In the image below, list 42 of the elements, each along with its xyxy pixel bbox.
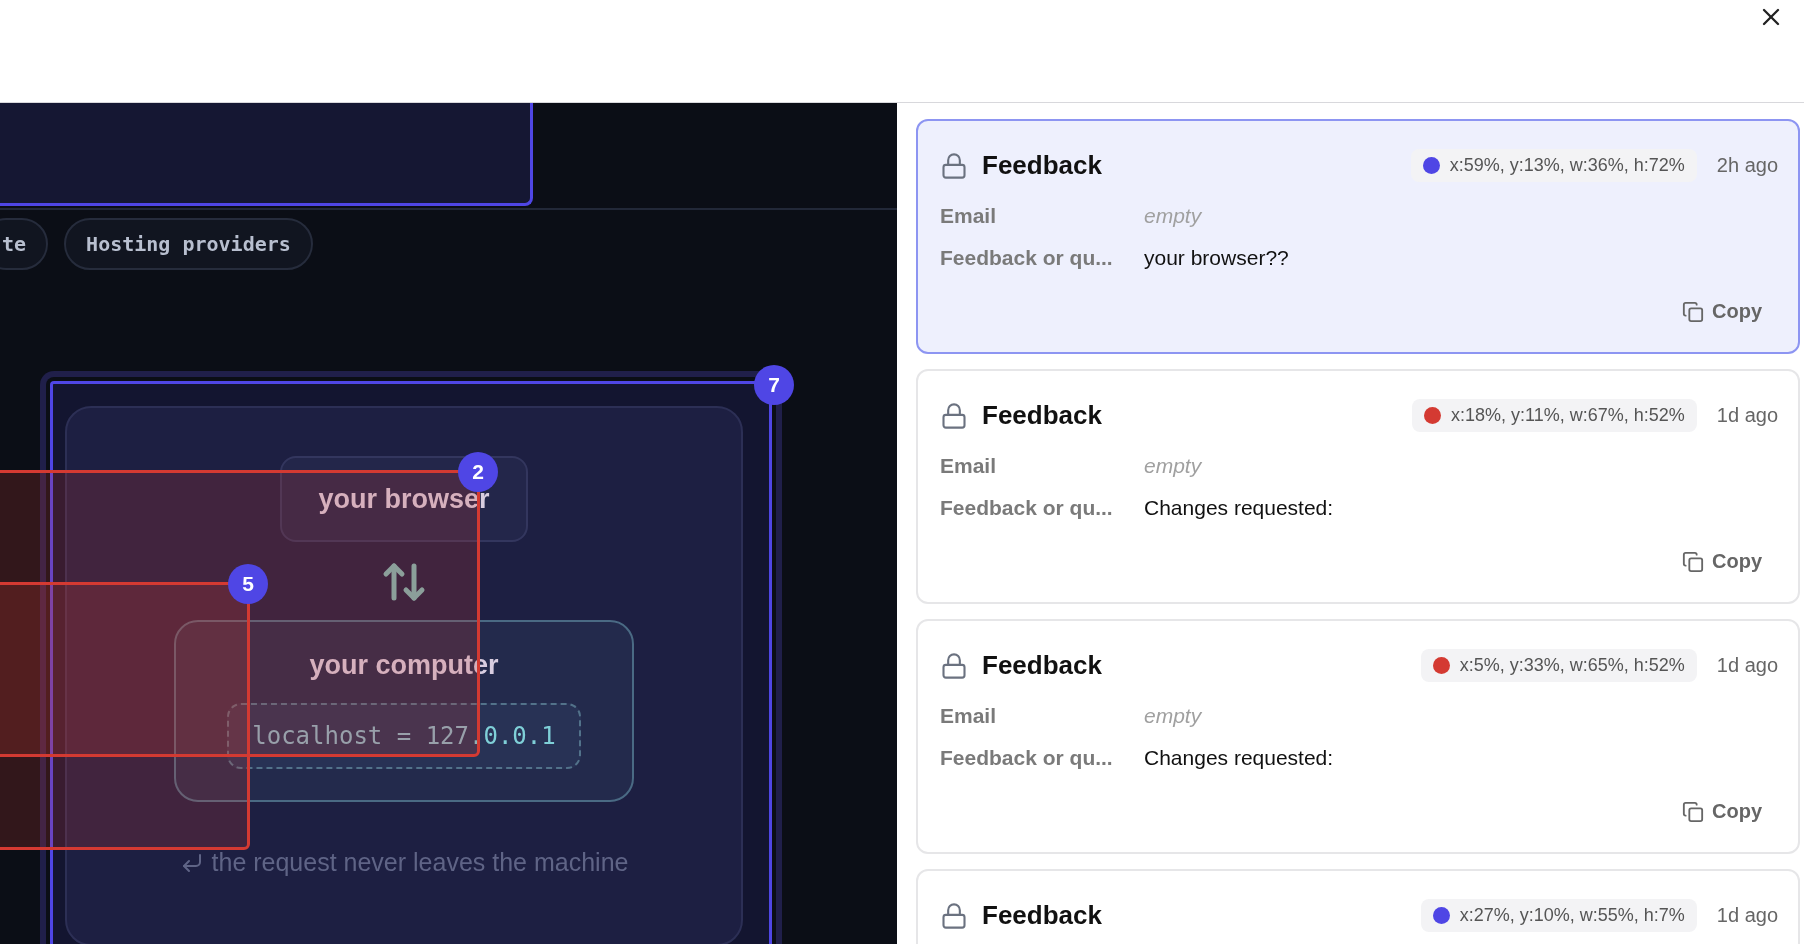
card-title: Feedback <box>982 400 1103 431</box>
field-value: your browser?? <box>1144 246 1290 270</box>
copy-button[interactable]: Copy <box>1678 296 1766 327</box>
diagram-caption: the request never leaves the machine <box>211 848 629 877</box>
field-label: Email <box>940 454 998 478</box>
field-label: Feedback or qu... <box>940 496 1114 520</box>
field-label: Feedback or qu... <box>940 246 1114 270</box>
annotation-number: 7 <box>754 365 794 405</box>
feedback-card[interactable]: Feedback x:27%, y:10%, w:55%, h:7% 1d ago <box>916 869 1800 944</box>
lock-icon <box>940 401 968 430</box>
tag-chip[interactable]: Hosting providers <box>64 218 313 270</box>
region-badge: x:27%, y:10%, w:55%, h:7% <box>1420 899 1697 932</box>
field-value: empty <box>1144 204 1203 228</box>
field-label: Email <box>940 204 998 228</box>
field-label: Email <box>940 704 998 728</box>
field-value: empty <box>1144 454 1203 478</box>
field-value: Changes requested: <box>1144 496 1335 520</box>
timestamp: 2h ago <box>1716 154 1778 177</box>
card-title: Feedback <box>982 150 1103 181</box>
copy-button[interactable]: Copy <box>1678 546 1766 577</box>
region-badge: x:59%, y:13%, w:36%, h:72% <box>1410 149 1697 182</box>
lock-icon <box>940 651 968 680</box>
copy-icon <box>1682 550 1704 573</box>
copy-button[interactable]: Copy <box>1678 796 1766 827</box>
field-value: Changes requested: <box>1144 746 1335 770</box>
card-title: Feedback <box>982 900 1103 931</box>
copy-icon <box>1682 800 1704 823</box>
field-label: Feedback or qu... <box>940 746 1114 770</box>
field-value: empty <box>1144 704 1203 728</box>
feedback-card[interactable]: Feedback x:59%, y:13%, w:36%, h:72% 2h ago Email empty Feedback or qu... your browser?? Copy <box>916 119 1800 354</box>
feedback-card[interactable]: Feedback x:18%, y:11%, w:67%, h:52% 1d ago Email empty Feedback or qu... Changes requested: Copy <box>916 369 1800 604</box>
timestamp: 1d ago <box>1716 654 1778 677</box>
timestamp: 1d ago <box>1716 904 1778 927</box>
card-title: Feedback <box>982 650 1103 681</box>
feedback-card[interactable]: Feedback x:5%, y:33%, w:65%, h:52% 1d ago Email empty Feedback or qu... Changes requested: Copy <box>916 619 1800 854</box>
region-badge: x:18%, y:11%, w:67%, h:52% <box>1412 399 1697 432</box>
lock-icon <box>940 901 968 930</box>
region-badge: x:5%, y:33%, w:65%, h:52% <box>1420 649 1697 682</box>
timestamp: 1d ago <box>1716 404 1778 427</box>
copy-icon <box>1682 300 1704 323</box>
tag-chip[interactable]: te <box>0 218 49 270</box>
lock-icon <box>940 151 968 180</box>
